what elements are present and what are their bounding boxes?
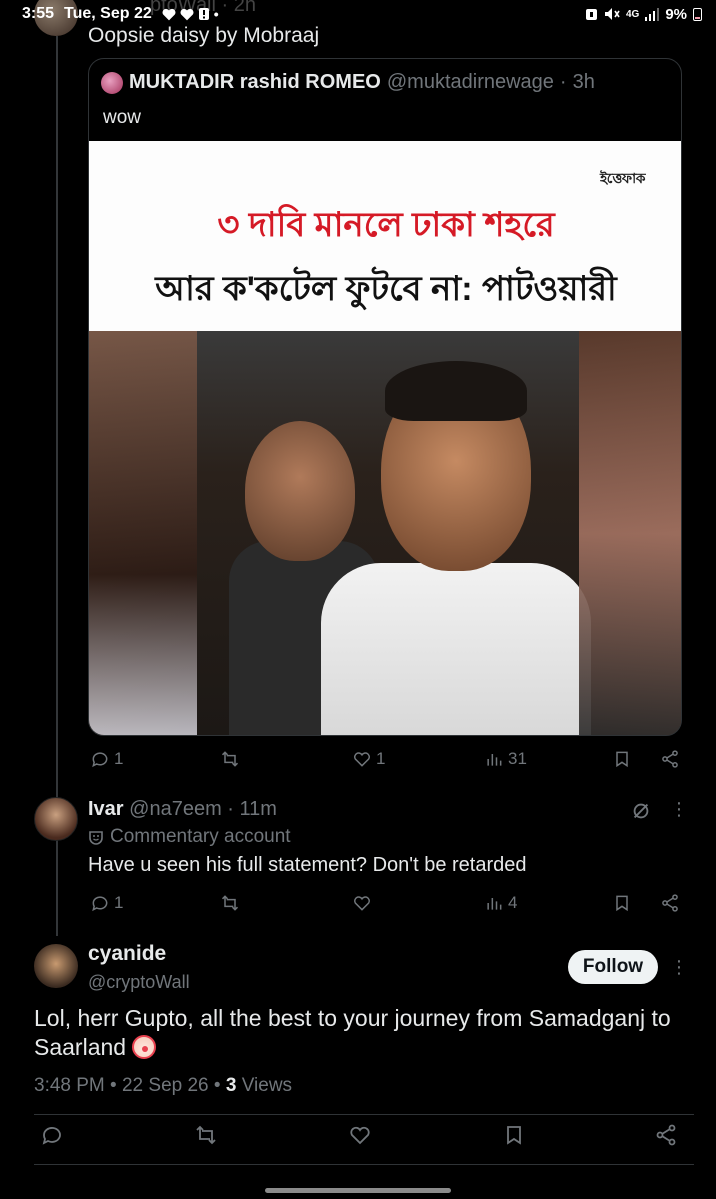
reply-avatar[interactable] (34, 797, 78, 841)
more-options-icon[interactable]: ⋮ (670, 800, 688, 818)
repost-button[interactable] (220, 749, 240, 769)
separator-dot: · (559, 71, 567, 93)
battery-icon (693, 7, 702, 21)
tweet-time: 3:48 PM (34, 1075, 105, 1096)
repost-button[interactable] (220, 893, 240, 913)
news-banner: ইত্তেফাক ৩ দাবি মানলে ঢাকা শহরে আর ক'কটে… (89, 141, 681, 331)
mute-icon (604, 8, 620, 20)
bookmark-button[interactable] (502, 1123, 526, 1147)
repost-icon (221, 895, 239, 911)
divider (34, 1114, 694, 1115)
views-icon (487, 898, 502, 910)
headline-line-2: আর ক'কটেল ফুটবে না: পাটওয়ারী (155, 270, 617, 308)
bookmark-icon (616, 751, 628, 768)
reply-icon (92, 896, 108, 912)
battery-percent: 9% (665, 5, 687, 23)
bookmark-icon (616, 895, 628, 912)
parent-action-bar: 1 1 31 (0, 746, 716, 772)
heart-outline-icon (354, 896, 370, 911)
views-count: 4 (508, 893, 518, 912)
share-button[interactable] (654, 1123, 678, 1147)
separator-dot: • (213, 1075, 226, 1096)
like-button[interactable]: 1 (352, 749, 385, 769)
commentary-label: Commentary account (88, 826, 291, 848)
like-button[interactable] (352, 893, 372, 913)
follow-button[interactable]: Follow (568, 950, 658, 984)
main-avatar[interactable] (34, 944, 78, 988)
bookmark-icon (507, 1126, 521, 1145)
reply-author-name[interactable]: Ivar (88, 798, 124, 820)
quoted-tweet-header: MUKTADIR rashid ROMEO @muktadirnewage · … (101, 71, 595, 94)
alarm-icon (585, 9, 597, 20)
bookmark-button[interactable] (612, 749, 632, 769)
quoted-tweet-text: wow (103, 107, 142, 128)
reply-time: 11m (239, 798, 277, 820)
main-action-bar (0, 1122, 716, 1148)
main-author-name[interactable]: cyanide (88, 942, 166, 966)
reply-author-handle: @na7eem (129, 798, 222, 820)
notification-badge-icon (198, 8, 209, 20)
heart-outline-icon (354, 752, 370, 767)
share-button[interactable] (660, 749, 680, 769)
views-label: Views (241, 1075, 293, 1096)
separator-dot: • (110, 1075, 122, 1096)
bookmark-button[interactable] (612, 893, 632, 913)
reply-action-bar: 1 4 (0, 890, 716, 916)
views-icon (487, 754, 502, 766)
like-count: 1 (376, 749, 386, 768)
reply-button[interactable]: 1 (90, 893, 123, 913)
divider (34, 1164, 694, 1165)
reply-header: Ivar @na7eem · 11m (88, 798, 277, 821)
status-date: Tue, Sep 22 (64, 5, 152, 22)
signal-icon (645, 7, 660, 21)
reply-count: 1 (114, 893, 124, 912)
quoted-tweet-card[interactable]: MUKTADIR rashid ROMEO @muktadirnewage · … (88, 58, 682, 736)
home-indicator[interactable] (265, 1188, 451, 1193)
headline-line-1: ৩ দাবি মানলে ঢাকা শহরে (217, 206, 555, 244)
status-bar: 3:55 Tue, Sep 22 • 4G 9% (0, 0, 716, 28)
views-button[interactable]: 4 (484, 893, 517, 913)
notification-icons: • (162, 6, 219, 22)
network-label: 4G (625, 8, 640, 20)
clown-emoji-icon (132, 1035, 157, 1059)
main-tweet-text: Lol, herr Gupto, all the best to your jo… (34, 1004, 684, 1062)
reply-icon (42, 1127, 61, 1145)
tweet-date: 22 Sep 26 (121, 1075, 209, 1096)
quoted-time: 3h (572, 71, 595, 93)
quoted-avatar (101, 71, 123, 94)
news-photo[interactable] (89, 331, 681, 735)
share-icon (662, 750, 678, 768)
dot-icon: • (213, 6, 219, 22)
commentary-label-text: Commentary account (110, 826, 291, 847)
views-button[interactable]: 31 (484, 749, 527, 769)
share-button[interactable] (660, 893, 680, 913)
main-author-handle: @cryptoWall (88, 972, 190, 992)
share-icon (662, 894, 678, 912)
separator-dot: · (227, 798, 234, 820)
tweet-meta: 3:48 PM • 22 Sep 26 • 3 Views (34, 1075, 292, 1097)
views-total: 3 (225, 1075, 237, 1096)
views-count: 31 (508, 749, 527, 768)
repost-button[interactable] (194, 1123, 218, 1147)
share-icon (656, 1124, 676, 1146)
repost-icon (196, 1125, 216, 1145)
quoted-author-handle: @muktadirnewage (386, 71, 554, 93)
heart-icon (180, 8, 194, 20)
quoted-author-name: MUKTADIR rashid ROMEO (129, 71, 381, 93)
more-options-icon[interactable]: ⋮ (670, 958, 688, 976)
heart-outline-icon (350, 1126, 370, 1145)
grok-icon[interactable] (630, 800, 652, 822)
repost-icon (221, 751, 239, 767)
reply-icon (92, 752, 108, 768)
status-time: 3:55 (22, 5, 55, 22)
newspaper-logo: ইত্তেফাক (599, 170, 646, 186)
commentary-badge-icon (89, 831, 103, 845)
reply-button[interactable]: 1 (90, 749, 123, 769)
heart-icon (162, 8, 176, 20)
like-button[interactable] (348, 1123, 372, 1147)
reply-tweet-text: Have u seen his full statement? Don't be… (88, 854, 527, 876)
reply-count: 1 (114, 749, 124, 768)
main-tweet-body: Lol, herr Gupto, all the best to your jo… (34, 1005, 671, 1060)
reply-button[interactable] (40, 1123, 64, 1147)
